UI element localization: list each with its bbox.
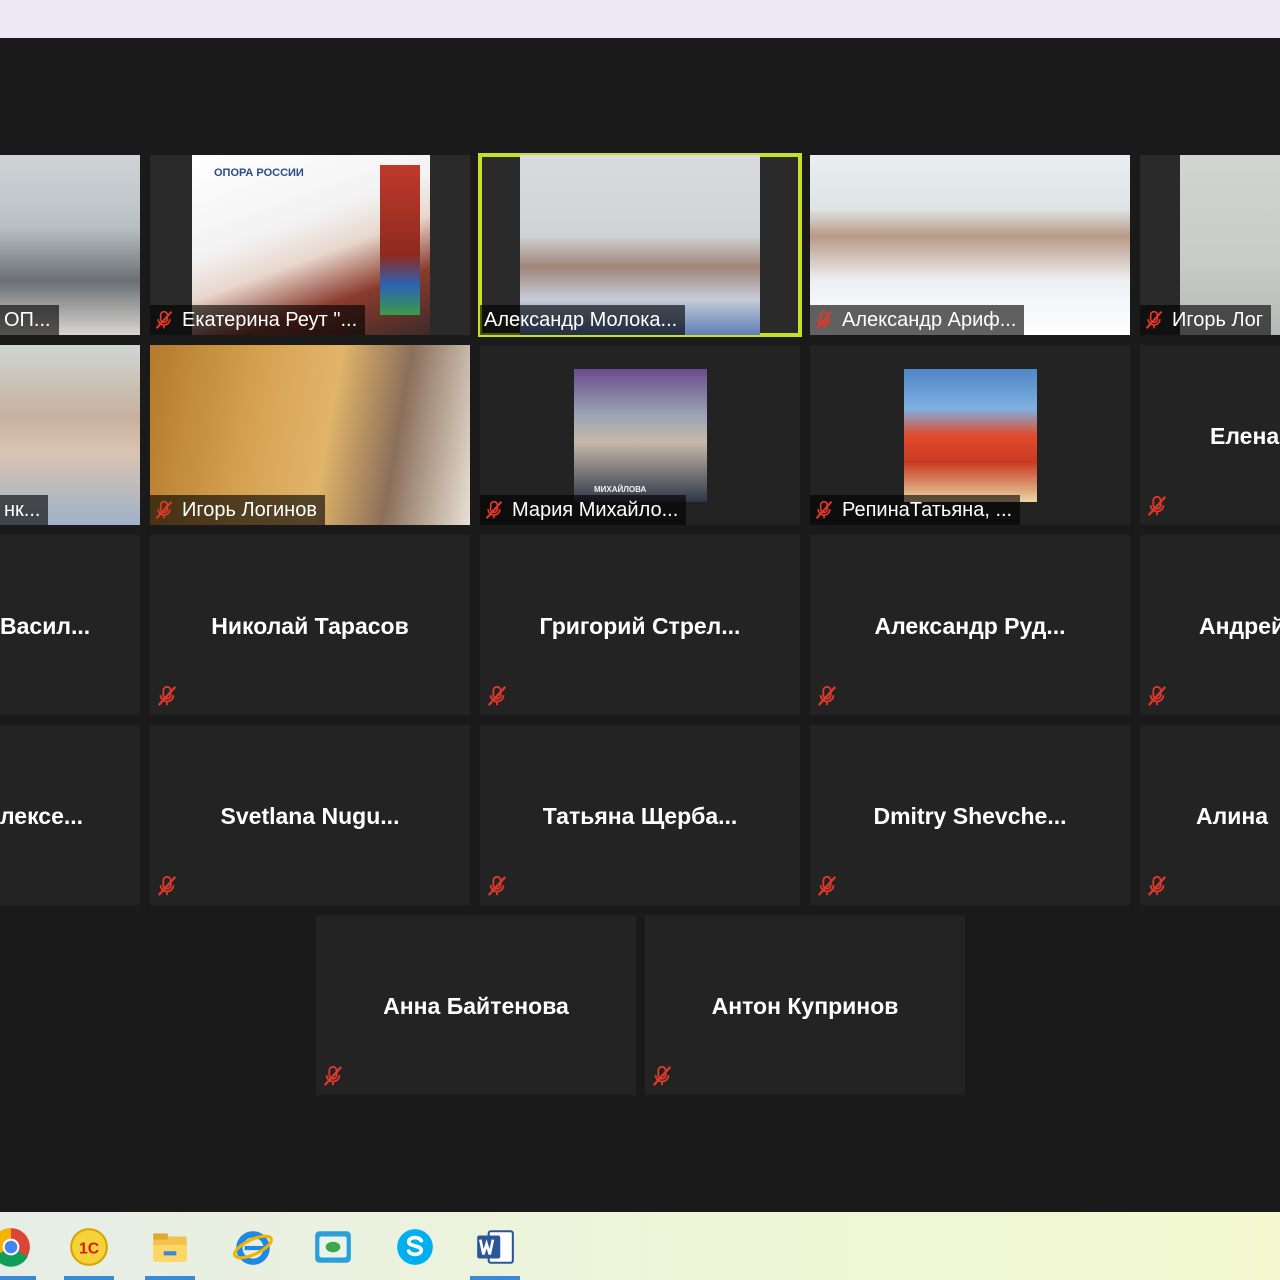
- participant-tile[interactable]: Алина: [1140, 725, 1280, 905]
- muted-mic-icon: [485, 500, 503, 520]
- participant-name-label: Екатерина Реут "...: [150, 305, 366, 335]
- muted-mic-icon: [323, 1065, 343, 1086]
- participant-name-label: Мария Михайло...: [480, 495, 687, 525]
- participant-video-tile[interactable]: Игорь Лог: [1140, 155, 1280, 335]
- active-app-indicator: [470, 1276, 520, 1280]
- active-app-indicator: [64, 1276, 114, 1280]
- taskbar: 1С: [0, 1212, 1280, 1280]
- muted-mic-icon: [817, 875, 837, 896]
- muted-mic-icon: [1147, 875, 1167, 896]
- participant-name: Николай Тарасов: [211, 613, 409, 639]
- participant-tile[interactable]: Васил...: [0, 535, 140, 715]
- participant-tile[interactable]: Александр Руд...: [810, 535, 1130, 715]
- participant-name: Александр Молока...: [484, 309, 678, 331]
- muted-mic-icon: [815, 310, 833, 330]
- muted-mic-icon: [487, 685, 507, 706]
- participant-video-tile[interactable]: ОПОРА РОССИИ Екатерина Реут "...: [150, 155, 470, 335]
- participant-tile[interactable]: Николай Тарасов: [150, 535, 470, 715]
- taskbar-app-skype[interactable]: [390, 1222, 440, 1272]
- 1c-label: 1С: [79, 1240, 99, 1257]
- participant-name: Анна Байтенова: [383, 993, 569, 1019]
- participant-tile[interactable]: Андрей: [1140, 535, 1280, 715]
- participant-name: РепинаТатьяна, ...: [842, 499, 1013, 521]
- participant-name: Екатерина Реут "...: [182, 309, 358, 331]
- participant-name: Андрей: [1199, 613, 1280, 639]
- participant-name: Игорь Логинов: [182, 499, 317, 521]
- muted-mic-icon: [652, 1065, 672, 1086]
- participant-tile[interactable]: лексе...: [0, 725, 140, 905]
- muted-mic-icon: [487, 875, 507, 896]
- muted-mic-icon: [155, 500, 173, 520]
- taskbar-app-chrome[interactable]: [0, 1222, 36, 1280]
- participant-video-tile[interactable]: Игорь Логинов: [150, 345, 470, 525]
- profile-picture: [904, 369, 1037, 502]
- participant-name: Svetlana Nugu...: [220, 803, 400, 829]
- muted-mic-icon: [1147, 685, 1167, 706]
- gallery-view: ОП... ОПОРА РОССИИ Екатерина Реут "... А…: [0, 38, 1280, 1212]
- participant-tile[interactable]: Svetlana Nugu...: [150, 725, 470, 905]
- taskbar-app-internet-explorer[interactable]: [228, 1222, 278, 1272]
- participant-photo-tile[interactable]: РепинаТатьяна, ...: [810, 345, 1130, 525]
- participant-tile[interactable]: Елена: [1140, 345, 1280, 525]
- muted-mic-icon: [817, 685, 837, 706]
- word-icon: [477, 1230, 514, 1264]
- skype-icon: [397, 1229, 433, 1265]
- participant-name: лексе...: [0, 803, 84, 829]
- participant-name-label: Александр Молока...: [480, 305, 686, 335]
- participant-name: Dmitry Shevche...: [873, 803, 1067, 829]
- muted-mic-icon: [157, 875, 177, 896]
- participant-name: Александр Руд...: [874, 613, 1066, 639]
- participant-tile[interactable]: Dmitry Shevche...: [810, 725, 1130, 905]
- participant-tile[interactable]: Татьяна Щерба...: [480, 725, 800, 905]
- taskbar-app[interactable]: [308, 1222, 358, 1272]
- participant-name: ОП...: [4, 309, 51, 331]
- participant-name: Елена: [1210, 423, 1280, 449]
- chrome-icon: [0, 1228, 30, 1267]
- taskbar-app-1c[interactable]: 1С: [64, 1222, 114, 1280]
- participant-name: Алина: [1196, 803, 1269, 829]
- participant-name: Григорий Стрел...: [539, 613, 741, 639]
- active-speaker-tile[interactable]: Александр Молока...: [478, 153, 802, 337]
- participant-name: Васил...: [0, 613, 91, 639]
- participant-tile[interactable]: Анна Байтенова: [316, 915, 636, 1095]
- participant-name: Антон Купринов: [711, 993, 899, 1019]
- participant-name-label: ОП...: [0, 305, 59, 335]
- app-icon: [315, 1231, 351, 1263]
- participant-name-label: Игорь Лог: [1140, 305, 1271, 335]
- muted-mic-icon: [157, 685, 177, 706]
- participant-name: Татьяна Щерба...: [542, 803, 738, 829]
- participant-tile[interactable]: Антон Купринов: [645, 915, 965, 1095]
- 1c-icon: 1С: [70, 1228, 108, 1266]
- profile-picture: МИХАЙЛОВА: [574, 369, 707, 502]
- participant-name-label: РепинаТатьяна, ...: [810, 495, 1021, 525]
- participant-video-tile[interactable]: нк...: [0, 345, 140, 525]
- muted-mic-icon: [815, 500, 833, 520]
- participant-tile[interactable]: Григорий Стрел...: [480, 535, 800, 715]
- active-app-indicator: [145, 1276, 195, 1280]
- taskbar-app-word[interactable]: [470, 1222, 520, 1280]
- participant-name: Мария Михайло...: [512, 499, 679, 521]
- window-title-bar: [0, 0, 1280, 38]
- file-explorer-icon: [153, 1233, 187, 1262]
- participant-name-label: нк...: [0, 495, 49, 525]
- banner-logo: ОПОРА РОССИИ: [214, 167, 304, 179]
- participant-photo-tile[interactable]: МИХАЙЛОВА Мария Михайло...: [480, 345, 800, 525]
- muted-mic-icon: [1145, 310, 1163, 330]
- participant-name: нк...: [4, 499, 41, 521]
- participant-name-label: Александр Ариф...: [810, 305, 1025, 335]
- muted-mic-icon: [1147, 495, 1167, 516]
- participant-name: Александр Ариф...: [842, 309, 1017, 331]
- kremlin-graphic: [380, 165, 420, 315]
- participant-name: Игорь Лог: [1172, 309, 1263, 331]
- participant-video-tile[interactable]: Александр Ариф...: [810, 155, 1130, 335]
- participant-name-label: Игорь Логинов: [150, 495, 325, 525]
- active-app-indicator: [0, 1276, 36, 1280]
- muted-mic-icon: [155, 310, 173, 330]
- taskbar-app-file-explorer[interactable]: [145, 1222, 195, 1280]
- participant-video-tile[interactable]: ОП...: [0, 155, 140, 335]
- internet-explorer-icon: [233, 1231, 273, 1265]
- name-plate: МИХАЙЛОВА: [594, 485, 647, 494]
